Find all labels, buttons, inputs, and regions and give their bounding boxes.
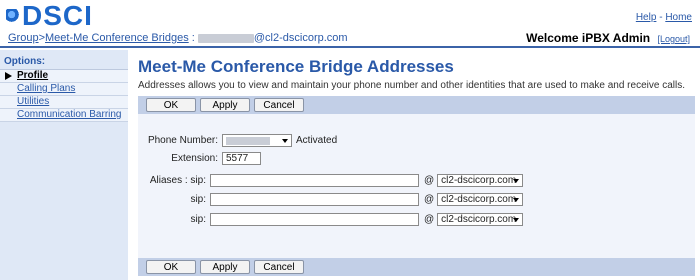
alias-domain-select-3[interactable]: cl2-dscicorp.com (437, 213, 524, 226)
alias-sip-input-2[interactable] (210, 193, 419, 206)
current-page-arrow-icon (5, 72, 12, 80)
bottom-button-bar: OK Apply Cancel (138, 258, 695, 276)
breadcrumb-domain: @cl2-dscicorp.com (253, 32, 348, 44)
alias-domain-select-2[interactable]: cl2-dscicorp.com (437, 193, 524, 206)
sidebar-item-label: Utilities (17, 96, 50, 107)
top-button-bar: OK Apply Cancel (138, 96, 695, 114)
sidebar-options-label: Options: (0, 50, 128, 70)
top-links: Help - Home (636, 12, 692, 23)
logo-globe-icon (6, 9, 20, 23)
phone-number-row: Phone Number: Activated (138, 134, 337, 147)
ok-button[interactable]: OK (146, 98, 196, 112)
chevron-down-icon (513, 218, 520, 222)
alias-sip-input-3[interactable] (210, 213, 419, 226)
main-content: Meet-Me Conference Bridge Addresses Addr… (138, 50, 695, 276)
brand-logo: DSCI (6, 2, 116, 30)
phone-status: Activated (296, 135, 338, 146)
sidebar-item-calling-plans[interactable]: Calling Plans (0, 83, 128, 96)
logout-link[interactable]: [Logout] (657, 34, 690, 44)
help-link[interactable]: Help (636, 12, 657, 23)
at-sign: @ (424, 214, 435, 225)
welcome-banner: Welcome iPBX Admin [Logout] (526, 31, 690, 45)
welcome-text: Welcome iPBX Admin (526, 31, 651, 45)
selected-domain: cl2-dscicorp.com (441, 214, 517, 225)
redacted-phone-number (226, 136, 270, 145)
extension-row: Extension: 5577 (138, 152, 261, 165)
chevron-down-icon (513, 198, 520, 202)
aliases-label: Aliases : sip: (149, 175, 206, 186)
sidebar-item-communication-barring[interactable]: Communication Barring (0, 109, 128, 122)
sidebar-item-label: Calling Plans (17, 83, 76, 94)
logo-text: DSCI (22, 0, 93, 31)
ok-button[interactable]: OK (146, 260, 196, 274)
at-sign: @ (424, 194, 435, 205)
sidebar-item-profile[interactable]: Profile (0, 70, 128, 83)
selected-domain: cl2-dscicorp.com (441, 175, 517, 186)
at-sign: @ (424, 175, 435, 186)
cancel-button[interactable]: Cancel (254, 98, 304, 112)
extension-label: Extension: (171, 153, 218, 164)
breadcrumb: Group>Meet-Me Conference Bridges : @cl2-… (8, 32, 348, 44)
chevron-down-icon (282, 139, 288, 143)
sidebar-item-utilities[interactable]: Utilities (0, 96, 128, 109)
breadcrumb-section-link[interactable]: Meet-Me Conference Bridges (45, 32, 189, 44)
apply-button[interactable]: Apply (200, 98, 250, 112)
alias-sip-input-1[interactable] (210, 174, 419, 187)
phone-number-select[interactable] (222, 134, 292, 147)
addresses-form-panel: Phone Number: Activated Extension: 5577 … (138, 114, 695, 258)
home-link[interactable]: Home (665, 12, 692, 23)
redacted-bridge-id (197, 33, 254, 43)
page-title: Meet-Me Conference Bridge Addresses (138, 57, 454, 76)
sidebar: Options: Profile Calling Plans Utilities… (0, 50, 128, 280)
alias-row-1: Aliases : sip: @ cl2-dscicorp.com (138, 174, 524, 187)
phone-number-label: Phone Number: (147, 135, 218, 146)
top-links-separator: - (659, 12, 663, 23)
apply-button[interactable]: Apply (200, 260, 250, 274)
sidebar-item-label: Communication Barring (17, 109, 122, 120)
page-description: Addresses allows you to view and maintai… (138, 80, 685, 91)
alias-domain-select-1[interactable]: cl2-dscicorp.com (437, 174, 524, 187)
chevron-down-icon (513, 179, 520, 183)
cancel-button[interactable]: Cancel (254, 260, 304, 274)
sidebar-item-label: Profile (17, 70, 49, 81)
breadcrumb-group-link[interactable]: Group (8, 32, 39, 44)
extension-input[interactable]: 5577 (222, 152, 261, 165)
sip-label: sip: (190, 214, 206, 225)
alias-row-3: sip: @ cl2-dscicorp.com (138, 213, 524, 226)
alias-row-2: sip: @ cl2-dscicorp.com (138, 193, 524, 206)
breadcrumb-colon: : (191, 32, 195, 44)
sip-label: sip: (190, 194, 206, 205)
selected-domain: cl2-dscicorp.com (441, 194, 517, 205)
header-divider (0, 46, 700, 48)
